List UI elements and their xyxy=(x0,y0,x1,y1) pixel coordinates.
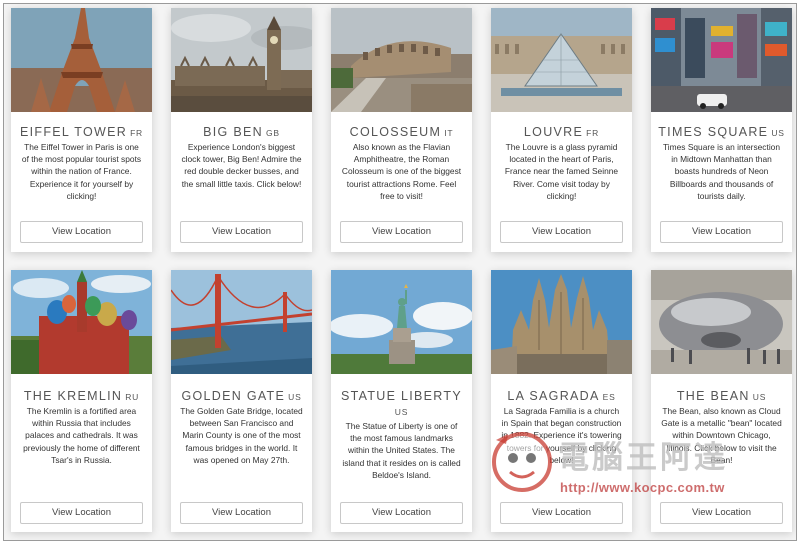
card-description: The Golden Gate Bridge, located between … xyxy=(180,406,303,465)
country-code: US xyxy=(752,392,767,402)
location-card-louvre: LOUVRE FR The Louvre is a glass pyramid l… xyxy=(491,8,632,252)
card-title: LA SAGRADA ES xyxy=(507,389,616,403)
view-location-button[interactable]: View Location xyxy=(180,502,303,524)
country-code: IT xyxy=(444,128,454,138)
country-code: FR xyxy=(130,128,143,138)
country-code: US xyxy=(394,407,409,417)
country-code: ES xyxy=(602,392,616,402)
card-description: La Sagrada Familia is a church in Spain … xyxy=(501,406,622,465)
view-location-button[interactable]: View Location xyxy=(660,221,783,243)
view-location-button[interactable]: View Location xyxy=(180,221,303,243)
kremlin-photo xyxy=(11,270,152,374)
location-card-eiffel-tower: EIFFEL TOWER FR The Eiffel Tower in Paris… xyxy=(11,8,152,252)
country-code: US xyxy=(771,128,785,138)
card-description: Times Square is an intersection in Midto… xyxy=(663,142,780,201)
statue-liberty-photo xyxy=(331,270,472,374)
card-title: EIFFEL TOWER FR xyxy=(20,125,143,139)
view-location-button[interactable]: View Location xyxy=(500,502,623,524)
la-sagrada-photo xyxy=(491,270,632,374)
country-code: US xyxy=(288,392,302,402)
card-title: TIMES SQUARE US xyxy=(658,125,785,139)
card-description: Experience London's biggest clock tower,… xyxy=(181,142,302,189)
location-card-statue-liberty: STATUE LIBERTY US The Statue of Liberty i… xyxy=(331,270,472,532)
view-location-button[interactable]: View Location xyxy=(20,221,143,243)
card-title: THE KREMLIN RU xyxy=(23,389,140,403)
view-location-button[interactable]: View Location xyxy=(500,221,623,243)
card-description: The Eiffel Tower in Paris is one of the … xyxy=(21,142,142,201)
location-card-times-square: TIMES SQUARE US Times Square is an inters… xyxy=(651,8,792,252)
card-title: COLOSSEUM IT xyxy=(349,125,454,139)
card-description: The Bean, also known as Cloud Gate is a … xyxy=(661,406,782,465)
card-title: LOUVRE FR xyxy=(523,125,600,139)
card-description: Also known as the Flavian Amphitheatre, … xyxy=(341,142,462,201)
country-code: RU xyxy=(125,392,140,402)
country-code: GB xyxy=(265,128,280,138)
location-card-colosseum: COLOSSEUM IT Also known as the Flavian Am… xyxy=(331,8,472,252)
card-title: BIG BEN GB xyxy=(203,125,280,139)
location-card-kremlin: THE KREMLIN RU The Kremlin is a fortified… xyxy=(11,270,152,532)
eiffel-tower-photo xyxy=(11,8,152,112)
view-location-button[interactable]: View Location xyxy=(660,502,783,524)
country-code: FR xyxy=(586,128,600,138)
card-description: The Kremlin is a fortified area within R… xyxy=(23,406,140,465)
card-title: THE BEAN US xyxy=(676,389,767,403)
golden-gate-photo xyxy=(171,270,312,374)
big-ben-photo xyxy=(171,8,312,112)
view-location-button[interactable]: View Location xyxy=(20,502,143,524)
card-title: GOLDEN GATE US xyxy=(181,389,302,403)
card-description: The Statue of Liberty is one of the most… xyxy=(342,421,461,480)
view-location-button[interactable]: View Location xyxy=(340,502,463,524)
page: EIFFEL TOWER FR The Eiffel Tower in Paris… xyxy=(3,3,797,541)
louvre-photo xyxy=(491,8,632,112)
location-card-golden-gate: GOLDEN GATE US The Golden Gate Bridge, lo… xyxy=(171,270,312,532)
card-title: STATUE LIBERTY US xyxy=(335,389,468,419)
the-bean-photo xyxy=(651,270,792,374)
location-card-la-sagrada: LA SAGRADA ES La Sagrada Familia is a chu… xyxy=(491,270,632,532)
view-location-button[interactable]: View Location xyxy=(340,221,463,243)
location-card-big-ben: BIG BEN GB Experience London's biggest cl… xyxy=(171,8,312,252)
card-description: The Louvre is a glass pyramid located in… xyxy=(504,142,619,201)
colosseum-photo xyxy=(331,8,472,112)
times-square-photo xyxy=(651,8,792,112)
location-card-the-bean: THE BEAN US The Bean, also known as Cloud… xyxy=(651,270,792,532)
